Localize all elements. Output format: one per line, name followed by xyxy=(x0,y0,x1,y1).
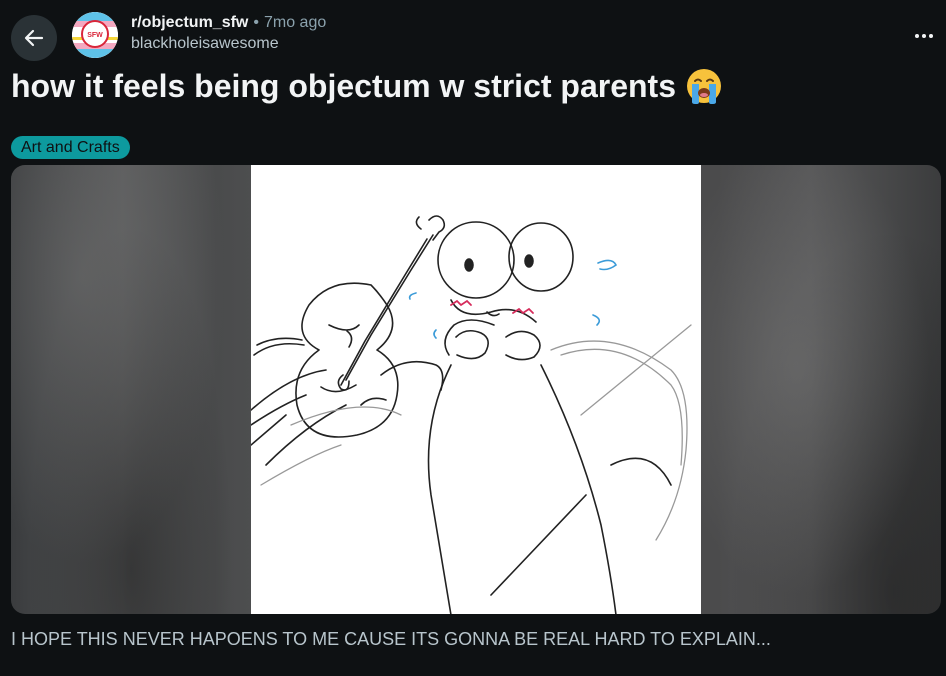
back-button[interactable] xyxy=(11,15,57,61)
avatar-text: SFW xyxy=(87,32,103,39)
community-avatar[interactable]: SFW xyxy=(72,12,118,58)
horizontal-ellipsis-icon xyxy=(915,34,933,38)
loudly-crying-face-icon xyxy=(687,69,721,104)
post-page: SFW r/objectum_sfw • 7mo ago blackholeisaw… xyxy=(0,0,946,676)
post-flair[interactable]: Art and Crafts xyxy=(11,136,130,159)
sketch-illustration xyxy=(250,165,701,614)
post-image[interactable] xyxy=(11,165,941,614)
post-meta: r/objectum_sfw • 7mo ago blackholeisawesom… xyxy=(131,12,326,54)
post-title: how it feels being objectum w strict par… xyxy=(11,66,724,106)
arrow-left-icon xyxy=(24,29,44,47)
more-options-button[interactable] xyxy=(910,22,938,50)
image-blur-left xyxy=(11,165,251,614)
meta-separator: • xyxy=(253,14,259,31)
post-time: 7mo ago xyxy=(263,14,327,31)
post-body: I HOPE THIS NEVER HAPOENS TO ME CAUSE IT… xyxy=(11,629,771,649)
post-title-text: how it feels being objectum w strict par… xyxy=(11,67,676,104)
author-name[interactable]: blackholeisawesome xyxy=(131,33,326,54)
community-name[interactable]: r/objectum_sfw xyxy=(131,14,248,31)
image-blur-right xyxy=(701,165,941,614)
community-logo: SFW xyxy=(72,12,118,58)
